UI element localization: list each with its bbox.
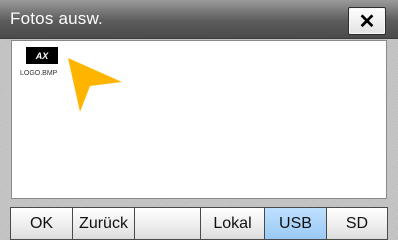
pointer-arrow-icon [68,58,122,112]
empty-button-slot [134,207,200,240]
dialog-title: Fotos ausw. [10,9,103,28]
bottom-toolbar: OK Zurück Lokal USB SD [10,207,388,240]
photo-select-dialog: Fotos ausw. ✕ AX LOGO.BMP OK Zurück Loka… [0,0,398,240]
local-source-button[interactable]: Lokal [200,207,264,240]
file-thumbnail: AX [26,47,58,64]
file-browser-area: AX LOGO.BMP [11,40,387,199]
close-button[interactable]: ✕ [348,7,386,35]
sd-source-button[interactable]: SD [326,207,388,240]
file-item-logo[interactable]: AX LOGO.BMP [20,47,65,77]
close-icon: ✕ [358,10,376,33]
back-button[interactable]: Zurück [72,207,134,240]
title-bar: Fotos ausw. ✕ [0,0,398,39]
ok-button[interactable]: OK [10,207,72,240]
usb-source-button[interactable]: USB [264,207,326,240]
file-name: LOGO.BMP [20,70,58,77]
thumbnail-logo-text: AX [35,50,49,61]
